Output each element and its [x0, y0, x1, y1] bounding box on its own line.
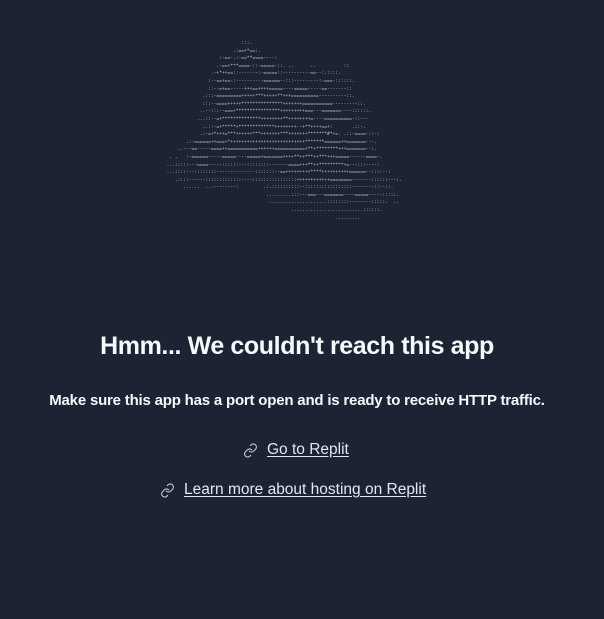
link-icon: [161, 482, 174, 498]
page-title: Hmm... We couldn't reach this app: [100, 332, 494, 360]
hosting-docs-label: Learn more about hosting on Replit: [184, 481, 427, 498]
go-to-replit-link[interactable]: Go to Replit: [243, 441, 349, 459]
hosting-docs-link[interactable]: Learn more about hosting on Replit: [160, 481, 426, 499]
error-page: :::. .:==+*==:. :-==-.:-==**====----: .-…: [0, 0, 604, 619]
go-to-replit-label: Go to Replit: [267, 441, 349, 458]
link-icon: [244, 442, 257, 458]
page-subtitle: Make sure this app has a port open and i…: [49, 392, 545, 409]
ascii-art-illustration: :::. .:==+*==:. :-==-.:-==**====----: .-…: [166, 41, 402, 221]
